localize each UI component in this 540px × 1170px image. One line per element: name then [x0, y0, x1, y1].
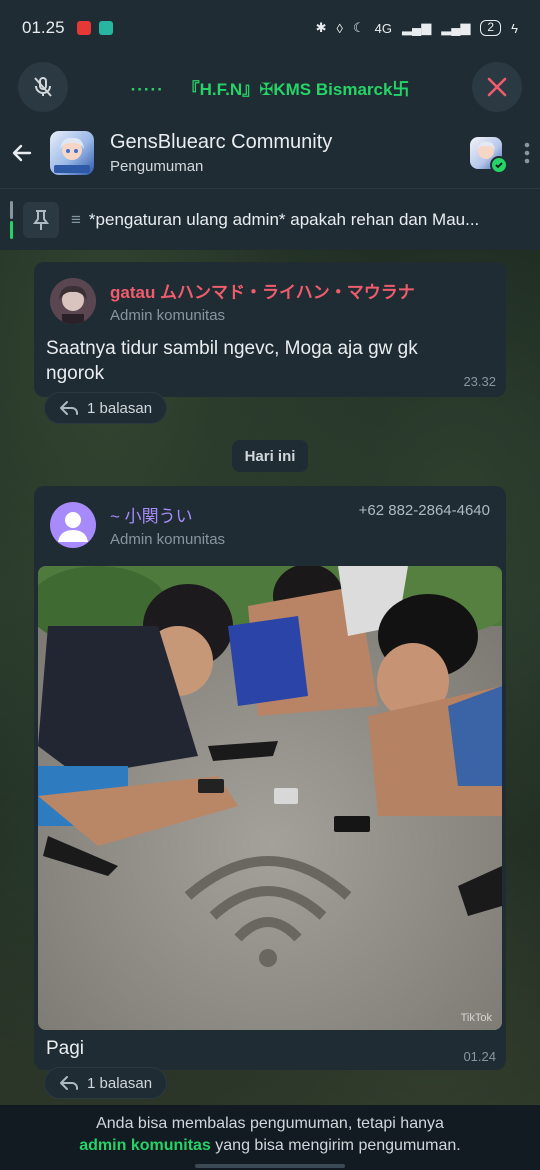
- voice-chat-bar: ····· 『H.F.N』✠KMS Bismarck卐: [0, 56, 540, 118]
- group-title: GensBluearc Community: [110, 131, 333, 153]
- reply-arrow-icon: [60, 1076, 78, 1090]
- replies-button[interactable]: 1 balasan: [44, 1067, 168, 1099]
- signal-icon-2: ▂▄▆: [441, 20, 471, 35]
- message-bubble[interactable]: gatau ムハンマド・ライハン・マウラナ Admin komunitas Sa…: [34, 262, 506, 397]
- replies-button[interactable]: 1 balasan: [44, 392, 168, 424]
- bluetooth-icon: ✱: [315, 20, 327, 35]
- pinned-text: ≡ *pengaturan ulang admin* apakah rehan d…: [71, 210, 530, 230]
- dark-anime-avatar-icon: [50, 278, 96, 324]
- footer-line-1: Anda bisa membalas pengumuman, tetapi ha…: [96, 1115, 444, 1132]
- replies-count: 1 balasan: [87, 399, 153, 417]
- close-icon: [487, 77, 507, 97]
- poll-lines-icon: ≡: [71, 209, 81, 229]
- call-title-text: 『H.F.N』✠KMS Bismarck卐: [182, 79, 410, 99]
- leave-call-button[interactable]: [472, 62, 522, 112]
- battery-icon: 2: [480, 20, 502, 36]
- reply-arrow-icon: [60, 401, 78, 415]
- status-icons: ✱ ◊ ☾ 4G ▂▄▆ ▂▄▆ 2 ϟ: [316, 20, 518, 36]
- chat-app-icon: [98, 21, 113, 35]
- group-avatar[interactable]: [50, 131, 94, 175]
- mic-off-icon: [34, 77, 52, 97]
- sender-name[interactable]: ~ 小関うい: [110, 502, 193, 527]
- photo-image: [38, 566, 502, 1030]
- voice-chat-title[interactable]: ····· 『H.F.N』✠KMS Bismarck卐: [68, 75, 472, 100]
- sender-avatar[interactable]: [50, 278, 96, 324]
- announcement-footer: Anda bisa membalas pengumuman, tetapi ha…: [0, 1105, 540, 1170]
- message-sender: gatau ムハンマド・ライハン・マウラナ Admin komunitas: [34, 262, 506, 324]
- gesture-bar[interactable]: [195, 1164, 345, 1168]
- sender-phone[interactable]: +62 882-2864-4640: [359, 502, 490, 527]
- tiktok-watermark: TikTok: [460, 1012, 492, 1024]
- status-bar: 01.25 ✱ ◊ ☾ 4G ▂▄▆ ▂▄▆ 2 ϟ: [0, 0, 540, 56]
- sender-role: Admin komunitas: [110, 531, 226, 548]
- network-type: 4G: [374, 20, 392, 36]
- date-separator: Hari ini: [232, 440, 308, 472]
- message-bubble[interactable]: ~ 小関うい +62 882-2864-4640 Admin komunitas: [34, 486, 506, 1070]
- back-arrow-icon[interactable]: [10, 141, 34, 165]
- pinned-message: *pengaturan ulang admin* apakah rehan da…: [88, 209, 480, 229]
- charging-icon: ϟ: [511, 20, 518, 36]
- mute-button[interactable]: [18, 62, 68, 112]
- vibrate-off-icon: ◊: [336, 20, 343, 36]
- footer-line-2: admin komunitas yang bisa mengirim pengu…: [0, 1135, 540, 1157]
- sender-name[interactable]: gatau ムハンマド・ライハン・マウラナ: [110, 278, 415, 303]
- message-time: 23.32: [463, 374, 496, 389]
- default-person-icon: [58, 512, 88, 542]
- sender-role: Admin komunitas: [110, 307, 226, 324]
- header-text[interactable]: GensBluearc Community Pengumuman: [110, 131, 470, 175]
- pin-indicator: [10, 200, 13, 239]
- pinned-message-bar[interactable]: ≡ *pengaturan ulang admin* apakah rehan d…: [0, 188, 540, 250]
- admin-link[interactable]: admin komunitas: [79, 1137, 211, 1154]
- photo-caption: Pagi: [46, 1038, 85, 1059]
- chat-header: GensBluearc Community Pengumuman: [0, 118, 540, 188]
- community-avatar[interactable]: [470, 137, 508, 174]
- pin-icon: [23, 201, 59, 238]
- moon-icon: ☾: [352, 20, 365, 35]
- anime-avatar-icon: [54, 137, 90, 173]
- group-subtitle: Pengumuman: [110, 158, 204, 175]
- status-time: 01.25: [22, 18, 65, 37]
- message-sender: ~ 小関うい +62 882-2864-4640 Admin komunitas: [34, 486, 506, 548]
- more-options-icon[interactable]: [524, 142, 530, 164]
- screen-record-icon: [76, 21, 91, 35]
- signal-icon: ▂▄▆: [401, 20, 432, 35]
- check-badge-icon: [490, 156, 508, 174]
- message-time: 01.24: [463, 1049, 496, 1064]
- chat-area[interactable]: gatau ムハンマド・ライハン・マウラナ Admin komunitas Sa…: [0, 250, 540, 1105]
- call-dots: ·····: [130, 79, 164, 99]
- message-photo[interactable]: TikTok: [38, 566, 502, 1030]
- message-text: Saatnya tidur sambil ngevc, Moga aja gw …: [46, 338, 418, 384]
- replies-count: 1 balasan: [87, 1074, 153, 1092]
- sender-avatar[interactable]: [50, 502, 96, 548]
- footer-suffix: yang bisa mengirim pengumuman.: [215, 1137, 461, 1154]
